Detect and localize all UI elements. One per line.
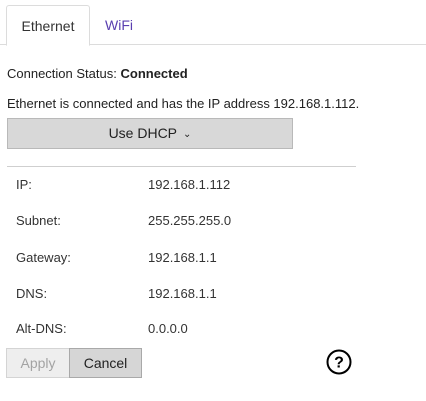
subnet-value[interactable]: 255.255.255.0 [148,210,231,232]
alt-dns-value[interactable]: 0.0.0.0 [148,318,188,340]
alt-dns-label: Alt-DNS: [16,321,67,336]
dns-value[interactable]: 192.168.1.1 [148,283,217,305]
connection-status-value: Connected [120,66,188,81]
use-dhcp-label: Use DHCP [108,125,178,141]
svg-text:?: ? [334,355,344,372]
connection-status: Connection Status: Connected [7,65,188,83]
field-row-subnet: Subnet: 255.255.255.0 [0,210,426,232]
tab-wifi[interactable]: WiFi [96,5,142,44]
field-row-gateway: Gateway: 192.168.1.1 [0,247,426,269]
chevron-down-icon: ⌄ [183,129,192,140]
subnet-label: Subnet: [16,213,61,228]
apply-button[interactable]: Apply [6,348,70,378]
tab-bar: Ethernet WiFi [0,0,426,46]
divider [7,166,356,167]
ip-value[interactable]: 192.168.1.112 [148,174,230,196]
use-dhcp-button[interactable]: Use DHCP ⌄ [7,118,293,149]
field-row-alt-dns: Alt-DNS: 0.0.0.0 [0,318,426,340]
tab-ethernet[interactable]: Ethernet [6,5,90,46]
field-row-dns: DNS: 192.168.1.1 [0,283,426,305]
network-settings-panel: Ethernet WiFi Connection Status: Connect… [0,0,426,401]
field-row-ip: IP: 192.168.1.112 [0,174,426,196]
gateway-value[interactable]: 192.168.1.1 [148,247,217,269]
connection-info-text: Ethernet is connected and has the IP add… [7,96,360,111]
cancel-button[interactable]: Cancel [69,348,142,378]
ip-label: IP: [16,177,32,192]
gateway-label: Gateway: [16,250,71,265]
dns-label: DNS: [16,286,48,301]
connection-status-label: Connection Status: [7,66,117,81]
help-icon[interactable]: ? [326,349,352,375]
